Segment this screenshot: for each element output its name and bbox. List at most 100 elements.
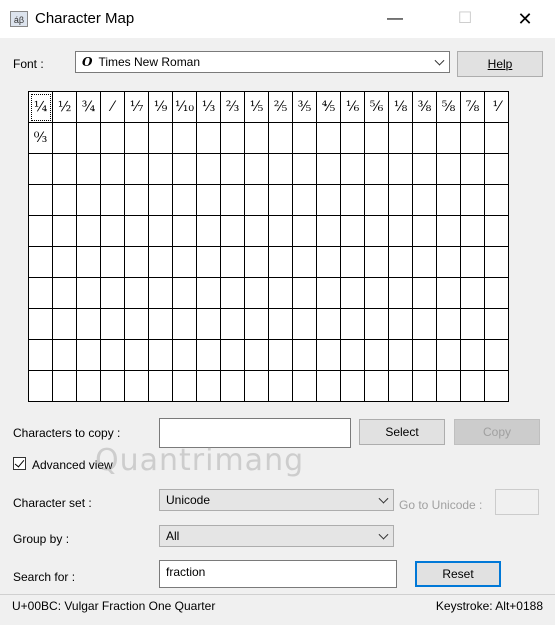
character-cell[interactable]: ⅑ — [149, 92, 173, 123]
character-cell — [53, 154, 77, 185]
character-cell — [461, 309, 485, 340]
character-cell — [317, 371, 341, 402]
character-cell — [413, 185, 437, 216]
character-cell — [485, 309, 509, 340]
character-cell — [101, 309, 125, 340]
character-cell[interactable]: ⅓ — [197, 92, 221, 123]
go-to-unicode-label: Go to Unicode : — [399, 498, 483, 512]
minimize-button[interactable]: — — [372, 0, 418, 38]
character-cell — [221, 309, 245, 340]
character-cell[interactable]: ⅟ — [485, 92, 509, 123]
character-cell — [293, 185, 317, 216]
character-cell — [341, 340, 365, 371]
character-cell — [197, 247, 221, 278]
character-cell — [221, 247, 245, 278]
character-cell — [125, 309, 149, 340]
character-cell — [77, 216, 101, 247]
character-cell — [317, 123, 341, 154]
character-cell[interactable]: ⅜ — [413, 92, 437, 123]
character-cell — [173, 309, 197, 340]
character-cell — [29, 340, 53, 371]
character-cell — [173, 154, 197, 185]
character-cell[interactable]: ⅛ — [389, 92, 413, 123]
character-cell — [269, 371, 293, 402]
character-cell — [245, 185, 269, 216]
character-cell[interactable]: ⁄ — [101, 92, 125, 123]
character-cell — [269, 154, 293, 185]
character-cell — [485, 371, 509, 402]
character-cell[interactable]: ⅔ — [221, 92, 245, 123]
character-cell[interactable]: ⅗ — [293, 92, 317, 123]
character-cell — [317, 278, 341, 309]
character-cell — [365, 371, 389, 402]
close-button[interactable]: ✕ — [502, 0, 548, 38]
character-cell[interactable]: ⅚ — [365, 92, 389, 123]
character-cell[interactable]: ⅙ — [341, 92, 365, 123]
advanced-view-checkbox[interactable] — [13, 457, 26, 470]
copy-button: Copy — [454, 419, 540, 445]
character-cell[interactable]: ⅕ — [245, 92, 269, 123]
character-cell — [269, 216, 293, 247]
character-cell — [413, 247, 437, 278]
character-cell — [245, 247, 269, 278]
character-cell — [53, 123, 77, 154]
character-cell — [461, 123, 485, 154]
character-cell — [149, 123, 173, 154]
character-cell — [77, 309, 101, 340]
search-input[interactable]: fraction — [159, 560, 397, 588]
character-cell — [365, 309, 389, 340]
character-cell — [125, 340, 149, 371]
character-cell — [413, 371, 437, 402]
character-cell — [341, 371, 365, 402]
character-cell — [53, 247, 77, 278]
character-cell[interactable]: ⅐ — [125, 92, 149, 123]
character-cell — [269, 123, 293, 154]
character-cell — [293, 278, 317, 309]
character-cell — [173, 278, 197, 309]
character-cell — [269, 278, 293, 309]
character-cell — [485, 278, 509, 309]
character-cell[interactable]: ⅘ — [317, 92, 341, 123]
character-cell — [53, 216, 77, 247]
character-cell[interactable]: ⅖ — [269, 92, 293, 123]
character-cell — [197, 185, 221, 216]
character-cell — [437, 371, 461, 402]
select-button[interactable]: Select — [359, 419, 445, 445]
character-cell — [413, 216, 437, 247]
character-cell — [245, 309, 269, 340]
character-cell — [245, 340, 269, 371]
character-grid[interactable]: ¼ ½ ¾ ⁄ ⅐ ⅑ ⅒ ⅓ ⅔ ⅕ ⅖ ⅗ ⅘ ⅙ ⅚ ⅛ ⅜ ⅝ ⅞ ⅟ ↉ — [28, 91, 509, 402]
character-cell — [461, 216, 485, 247]
character-cell[interactable]: ↉ — [29, 123, 53, 154]
help-button[interactable]: Help — [457, 51, 543, 77]
character-cell — [413, 123, 437, 154]
character-cell — [29, 216, 53, 247]
reset-button[interactable]: Reset — [415, 561, 501, 587]
character-cell — [173, 123, 197, 154]
character-cell — [437, 309, 461, 340]
character-cell — [317, 247, 341, 278]
character-cell — [53, 371, 77, 402]
character-cell — [197, 278, 221, 309]
character-cell — [149, 309, 173, 340]
font-select[interactable]: O Times New Roman — [75, 51, 450, 73]
character-cell — [485, 340, 509, 371]
character-cell — [365, 278, 389, 309]
character-cell — [341, 154, 365, 185]
character-cell[interactable]: ¼ — [29, 92, 53, 123]
character-cell[interactable]: ⅒ — [173, 92, 197, 123]
character-cell[interactable]: ⅝ — [437, 92, 461, 123]
character-cell — [461, 340, 485, 371]
character-cell — [317, 185, 341, 216]
character-set-select[interactable]: Unicode — [159, 489, 394, 511]
character-cell[interactable]: ⅞ — [461, 92, 485, 123]
character-cell — [77, 123, 101, 154]
charmap-app-icon: áβ — [10, 11, 28, 27]
character-cell[interactable]: ¾ — [77, 92, 101, 123]
character-cell — [293, 309, 317, 340]
character-cell — [29, 247, 53, 278]
group-by-select[interactable]: All — [159, 525, 394, 547]
character-cell — [365, 154, 389, 185]
character-cell[interactable]: ½ — [53, 92, 77, 123]
character-cell — [389, 371, 413, 402]
